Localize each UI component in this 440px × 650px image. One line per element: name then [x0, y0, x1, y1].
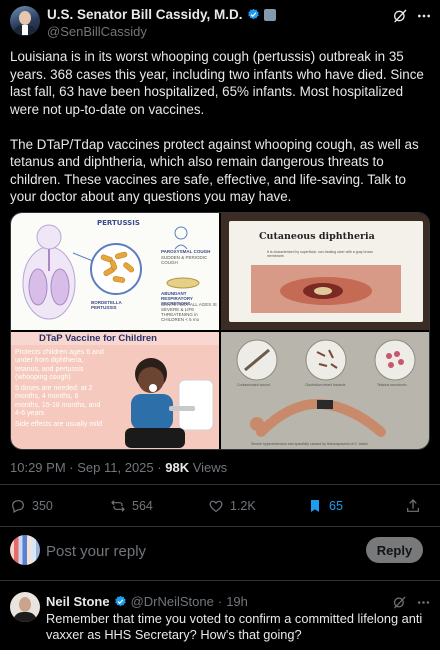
- author-avatar[interactable]: [10, 6, 40, 36]
- share-icon: [407, 499, 419, 512]
- reply-text: Remember that time you voted to confirm …: [46, 611, 423, 642]
- reply-count: 350: [32, 499, 53, 513]
- bookmark-action[interactable]: 65: [307, 498, 343, 514]
- meta-separator: ·: [69, 460, 74, 475]
- reply-icon: [12, 500, 24, 514]
- pertussis-label-cough: PAROXYSMAL COUGH: [161, 249, 211, 254]
- tweet-time[interactable]: 10:29 PM: [10, 460, 66, 475]
- action-bar: 350 564 1.2K 65: [0, 486, 440, 526]
- like-icon: [209, 500, 223, 513]
- verified-icon: [114, 595, 126, 607]
- tetanus-label-neurotoxin: Tetanus neurotoxin: [377, 383, 407, 387]
- media-pertussis[interactable]: PERTUSSIS BORDETELLA PERTUSSIS PAROXYSMA…: [11, 213, 219, 330]
- tweet-date[interactable]: Sep 11, 2025: [77, 460, 153, 475]
- views-label: Views: [192, 460, 228, 475]
- pertussis-label-cough-sub: SUDDEN & PERIODIC COUGH: [161, 255, 208, 265]
- reply-composer: Post your reply Reply: [0, 527, 440, 577]
- child-vaccine-illustration: [125, 358, 214, 448]
- reply-author-handle[interactable]: @DrNeilStone: [131, 594, 214, 609]
- tweet-meta: 10:29 PM · Sep 11, 2025 · 98K Views: [10, 460, 227, 475]
- media-diphtheria[interactable]: Cutaneous diphtheria It is characterized…: [221, 213, 429, 330]
- pertussis-label-secretions-sub: CAN AFFECT ALL AGES IS SEVERE & LIFE THR…: [161, 302, 217, 322]
- media-tetanus[interactable]: Contaminated wound Clostridium tetani ba…: [221, 332, 429, 449]
- diphtheria-photo: [251, 265, 401, 313]
- repost-icon: [111, 500, 125, 512]
- meta-separator: ·: [157, 460, 162, 475]
- diphtheria-caption: It is characterized by superficial, non-…: [267, 250, 374, 258]
- like-count: 1.2K: [230, 499, 256, 513]
- dtap-bullets: Protects children ages 6 and under from …: [15, 349, 105, 430]
- dtap-bullet: Protects children ages 6 and under from …: [15, 349, 104, 381]
- tweet-paragraph-1: Louisiana is in its worst whooping cough…: [10, 49, 424, 117]
- share-action[interactable]: [405, 498, 421, 514]
- tetanus-illustration: [236, 339, 416, 437]
- tweet-text: Louisiana is in its worst whooping cough…: [10, 48, 430, 206]
- reply-author-avatar[interactable]: [10, 592, 40, 622]
- grok-icon[interactable]: [392, 595, 407, 610]
- verified-icon: [247, 8, 259, 20]
- author-name[interactable]: U.S. Senator Bill Cassidy, M.D.: [47, 7, 243, 22]
- reply-header: Neil Stone @DrNeilStone · 19h: [46, 594, 248, 609]
- like-action[interactable]: 1.2K: [208, 498, 256, 514]
- tetanus-label-wound: Contaminated wound: [237, 383, 271, 387]
- more-icon[interactable]: [416, 595, 431, 610]
- tetanus-label-bacteria: Clostridium tetani bacteria: [305, 383, 346, 387]
- reply-post[interactable]: Neil Stone @DrNeilStone · 19h Remember t…: [0, 584, 440, 650]
- grok-icon[interactable]: [392, 8, 408, 24]
- author-handle[interactable]: @SenBillCassidy: [47, 24, 147, 39]
- tweet-header: U.S. Senator Bill Cassidy, M.D. @SenBill…: [0, 0, 440, 44]
- media-grid: PERTUSSIS BORDETELLA PERTUSSIS PAROXYSMA…: [10, 212, 430, 450]
- reply-button[interactable]: Reply: [366, 537, 423, 563]
- more-icon[interactable]: [416, 8, 432, 24]
- diphtheria-title: Cutaneous diphtheria: [259, 231, 375, 242]
- dtap-bullet: 5 doses are needed: at 2 months, 4 month…: [15, 385, 101, 418]
- dtap-bullet: Side effects are usually mild: [15, 421, 103, 429]
- tweet-paragraph-2: The DTaP/Tdap vaccines protect against w…: [10, 136, 419, 205]
- bookmark-icon: [311, 500, 319, 512]
- bookmark-count: 65: [329, 499, 343, 513]
- reply-time[interactable]: 19h: [226, 594, 248, 609]
- repost-count: 564: [132, 499, 153, 513]
- tetanus-caption: Severe hyperextension and spasticity cau…: [251, 442, 368, 446]
- media-dtap[interactable]: DTaP Vaccine for Children Protects child…: [11, 332, 219, 449]
- current-user-avatar[interactable]: [10, 535, 40, 565]
- reply-action[interactable]: 350: [10, 498, 53, 514]
- pertussis-title: PERTUSSIS: [97, 219, 140, 227]
- dtap-title: DTaP Vaccine for Children: [39, 333, 157, 344]
- reply-input[interactable]: Post your reply: [46, 543, 146, 560]
- reply-author-name[interactable]: Neil Stone: [46, 594, 110, 609]
- pertussis-bacteria-label: BORDETELLA PERTUSSIS: [91, 300, 122, 310]
- repost-action[interactable]: 564: [110, 498, 153, 514]
- divider: [0, 580, 440, 581]
- government-badge-icon: [263, 8, 276, 21]
- author-name-row: U.S. Senator Bill Cassidy, M.D.: [47, 7, 276, 22]
- views-count: 98K: [165, 460, 190, 475]
- reply-separator: ·: [217, 594, 223, 609]
- divider: [0, 484, 440, 485]
